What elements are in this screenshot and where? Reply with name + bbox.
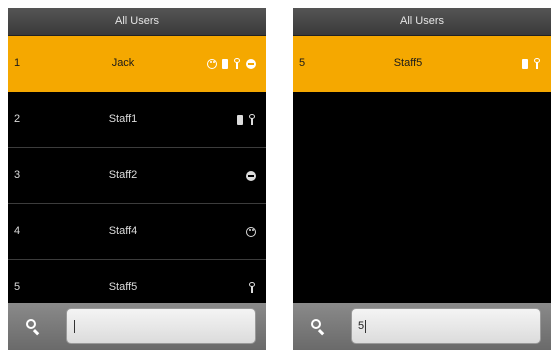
card-icon: [222, 58, 228, 69]
user-row[interactable]: 4 Staff4: [8, 204, 266, 260]
verification-icons: [522, 36, 541, 91]
face-icon: [246, 226, 256, 237]
screen-title: All Users: [8, 8, 266, 36]
search-bar: 5: [293, 303, 551, 350]
verification-icons: [246, 148, 256, 203]
user-name: Staff5: [393, 57, 423, 69]
user-name: Jack: [111, 57, 135, 69]
key-icon: [248, 114, 256, 125]
verification-icons: [207, 36, 256, 91]
user-row[interactable]: 2 Staff1: [8, 92, 266, 148]
user-list: 5 Staff5: [293, 36, 551, 92]
search-bar: [8, 303, 266, 350]
key-icon: [248, 282, 256, 293]
user-number: 2: [14, 113, 21, 125]
user-name: Staff2: [108, 169, 138, 181]
user-name: Staff1: [108, 113, 138, 125]
face-icon: [207, 58, 217, 69]
search-icon[interactable]: [26, 319, 40, 333]
verification-icons: [237, 92, 256, 147]
user-number: 4: [14, 225, 21, 237]
user-list-screen-all: All Users 1 Jack 2 Staff1 3 Staff2 4 Staff4 5 Sta…: [8, 8, 266, 350]
user-list: 1 Jack 2 Staff1 3 Staff2 4 Staff4 5 Staff5: [8, 36, 266, 316]
key-icon: [233, 58, 241, 69]
password-icon: [246, 58, 256, 69]
search-input[interactable]: [66, 308, 256, 344]
user-number: 1: [14, 57, 21, 69]
text-caret: [74, 319, 75, 333]
card-icon: [522, 58, 528, 69]
user-number: 5: [299, 57, 306, 69]
user-row[interactable]: 3 Staff2: [8, 148, 266, 204]
user-name: Staff4: [108, 225, 138, 237]
user-row[interactable]: 1 Jack: [8, 36, 266, 92]
card-icon: [237, 114, 243, 125]
user-number: 3: [14, 169, 21, 181]
key-icon: [533, 58, 541, 69]
password-icon: [246, 170, 256, 181]
search-icon[interactable]: [311, 319, 325, 333]
search-input[interactable]: 5: [351, 308, 541, 344]
verification-icons: [246, 204, 256, 259]
screen-title: All Users: [293, 8, 551, 36]
user-list-screen-filtered: All Users 5 Staff5 5: [293, 8, 551, 350]
user-row[interactable]: 5 Staff5: [293, 36, 551, 92]
text-caret: [365, 319, 367, 333]
